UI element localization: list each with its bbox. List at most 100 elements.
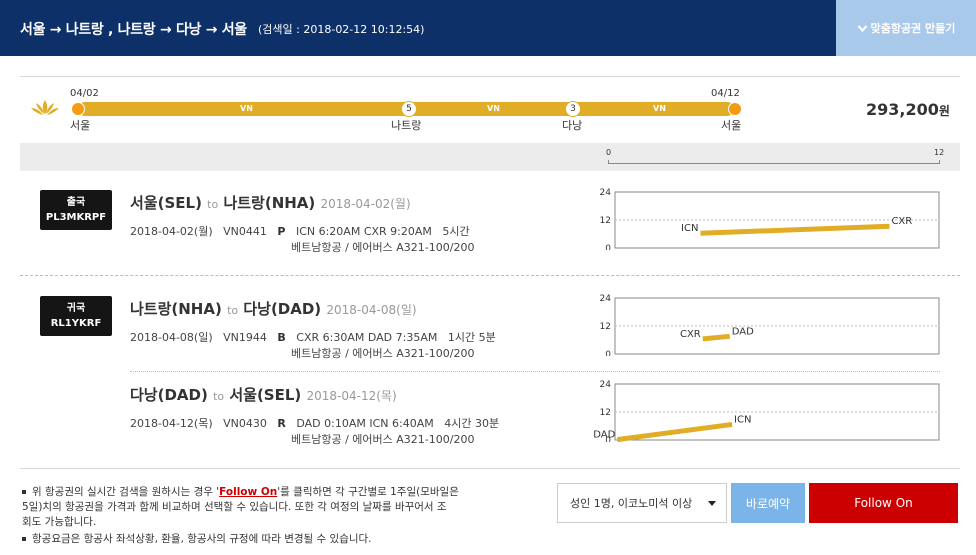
y-tick-label: 24 bbox=[600, 380, 612, 390]
stop-dot-day: 3 bbox=[565, 101, 581, 117]
segment-to-word: to bbox=[227, 304, 239, 317]
note-text: 항공요금은 항공사 좌석상황, 환율, 항공사의 규정에 따라 변경될 수 있습… bbox=[32, 533, 372, 545]
scale-min: 0 bbox=[606, 148, 612, 157]
segment-to: 서울(SEL) bbox=[229, 386, 302, 404]
passenger-select[interactable]: 성인 1명, 이코노미석 이상 bbox=[557, 483, 727, 523]
flight-time-chart: 24 12 0 CXR DAD bbox=[600, 294, 940, 356]
segment-badge-return: 귀국 RL1YKRF bbox=[40, 296, 112, 336]
y-tick-label: 12 bbox=[600, 408, 611, 418]
stop-city: 나트랑 bbox=[391, 119, 422, 132]
stop-dot-origin bbox=[71, 102, 85, 116]
segment-to-word: to bbox=[213, 390, 225, 403]
airport-label: CXR bbox=[891, 216, 912, 227]
note-text: 위 항공권의 실시간 검색을 원하시는 경우 ' bbox=[32, 486, 220, 498]
flight-detail: 2018-04-12(목) VN0430 R DAD 0:10AM ICN 6:… bbox=[130, 415, 499, 431]
segment-to: 나트랑(NHA) bbox=[223, 194, 316, 212]
flight-detail: 2018-04-08(일) VN1944 B CXR 6:30AM DAD 7:… bbox=[130, 329, 496, 345]
segment-date: 2018-04-12(목) bbox=[306, 389, 397, 403]
fare-note: 항공요금은 항공사 좌석상황, 환율, 항공사의 규정에 따라 변경될 수 있습… bbox=[22, 532, 372, 547]
stop-city: 다낭 bbox=[562, 119, 583, 132]
header-bar: 서울 → 나트랑 , 나트랑 → 다낭 → 서울 (검색일 : 2018-02-… bbox=[0, 0, 976, 56]
flight-date: 2018-04-02(월) bbox=[130, 225, 213, 238]
book-now-button[interactable]: 바로예약 bbox=[731, 483, 805, 523]
booking-class: P bbox=[277, 225, 286, 238]
follow-on-link[interactable]: Follow On bbox=[219, 486, 277, 498]
flight-line bbox=[702, 333, 730, 342]
airline-aircraft: 베트남항공 / 에어버스 A321-100/200 bbox=[291, 433, 475, 446]
passenger-select-value: 성인 1명, 이코노미석 이상 bbox=[570, 497, 693, 510]
segment-divider bbox=[130, 371, 940, 372]
y-tick-label: 12 bbox=[600, 322, 611, 332]
badge-type: 출국 bbox=[66, 197, 86, 208]
booking-class: B bbox=[277, 331, 286, 344]
note-text: '를 클릭하면 각 구간별로 1주일(모바일은 bbox=[277, 486, 459, 498]
flight-date: 2018-04-12(목) bbox=[130, 417, 213, 430]
segment-to-word: to bbox=[207, 198, 219, 211]
airport-label: CXR bbox=[680, 329, 701, 340]
caret-down-icon bbox=[708, 501, 716, 506]
airline-code: VN bbox=[653, 104, 666, 113]
flight-times: DAD 0:10AM ICN 6:40AM bbox=[296, 417, 434, 430]
segment-divider bbox=[20, 275, 960, 276]
divider bbox=[20, 76, 960, 77]
custom-ticket-button[interactable]: 맞춤항공권 만들기 bbox=[836, 0, 976, 56]
y-tick-label: 24 bbox=[600, 188, 612, 198]
y-tick-label: 12 bbox=[600, 216, 611, 226]
segment-date: 2018-04-02(월) bbox=[320, 197, 411, 211]
price-value: 293,200 bbox=[866, 100, 939, 119]
scale-strip bbox=[20, 143, 960, 171]
scale-max: 12 bbox=[934, 148, 945, 157]
airport-label: DAD bbox=[593, 430, 615, 441]
segment-title: 서울(SEL) to 나트랑(NHA) 2018-04-02(월) bbox=[130, 192, 411, 213]
end-date: 04/12 bbox=[711, 88, 740, 99]
segment-title: 나트랑(NHA) to 다낭(DAD) 2018-04-08(일) bbox=[130, 298, 417, 319]
segment-from: 다낭(DAD) bbox=[130, 386, 208, 404]
segment-to: 다낭(DAD) bbox=[243, 300, 322, 318]
route-title: 서울 → 나트랑 , 나트랑 → 다낭 → 서울 bbox=[20, 22, 247, 38]
flight-time-chart: 24120DADICN bbox=[593, 380, 940, 442]
y-tick-label: 0 bbox=[605, 244, 611, 250]
badge-code: PL3MKRPF bbox=[45, 212, 107, 223]
airline-aircraft: 베트남항공 / 에어버스 A321-100/200 bbox=[291, 347, 475, 360]
note-text: 회도 가능합니다. bbox=[22, 516, 97, 528]
note-text: 5일)치의 항공권을 가격과 함께 비교하며 선택할 수 있습니다. 또한 각 … bbox=[22, 501, 447, 513]
segment-from: 나트랑(NHA) bbox=[130, 300, 222, 318]
realtime-note: 위 항공권의 실시간 검색을 원하시는 경우 'Follow On'를 클릭하면… bbox=[22, 485, 459, 530]
flight-number: VN0441 bbox=[223, 225, 267, 238]
flight-detail: 2018-04-02(월) VN0441 P ICN 6:20AM CXR 9:… bbox=[130, 223, 470, 239]
start-date: 04/02 bbox=[70, 88, 99, 99]
badge-type: 귀국 bbox=[66, 303, 86, 314]
flight-duration: 1시간 5분 bbox=[447, 331, 496, 344]
airport-label: ICN bbox=[681, 223, 698, 234]
flight-number: VN0430 bbox=[223, 417, 267, 430]
lotus-logo-icon bbox=[31, 100, 59, 115]
y-tick-label: 0 bbox=[605, 350, 611, 356]
search-date: (검색일 : 2018-02-12 10:12:54) bbox=[258, 23, 425, 36]
stop-dot-destination bbox=[728, 102, 742, 116]
segment-date: 2018-04-08(일) bbox=[326, 303, 417, 317]
y-tick-label: 24 bbox=[600, 294, 612, 304]
flight-times: CXR 6:30AM DAD 7:35AM bbox=[296, 331, 438, 344]
segment-title: 다낭(DAD) to 서울(SEL) 2018-04-12(목) bbox=[130, 384, 397, 405]
booking-class: R bbox=[277, 417, 286, 430]
airport-label: DAD bbox=[732, 326, 754, 337]
divider bbox=[20, 468, 960, 469]
price-unit: 원 bbox=[938, 104, 950, 118]
bullet-icon bbox=[22, 537, 26, 541]
scale-bar bbox=[608, 160, 940, 164]
airline-code: VN bbox=[487, 104, 500, 113]
stop-city: 서울 bbox=[70, 119, 91, 132]
airline-aircraft: 베트남항공 / 에어버스 A321-100/200 bbox=[291, 241, 475, 254]
bullet-icon bbox=[22, 490, 26, 494]
airport-label: ICN bbox=[734, 414, 751, 425]
flight-date: 2018-04-08(일) bbox=[130, 331, 213, 344]
segment-from: 서울(SEL) bbox=[130, 194, 202, 212]
stop-dot-day: 5 bbox=[401, 101, 417, 117]
flight-duration: 4시간 30분 bbox=[444, 417, 500, 430]
follow-on-button[interactable]: Follow On bbox=[809, 483, 958, 523]
airline-code: VN bbox=[240, 104, 253, 113]
chevron-down-icon bbox=[857, 24, 867, 32]
custom-ticket-label: 맞춤항공권 만들기 bbox=[870, 22, 956, 35]
stop-city: 서울 bbox=[721, 119, 742, 132]
segment-badge-outbound: 출국 PL3MKRPF bbox=[40, 190, 112, 230]
